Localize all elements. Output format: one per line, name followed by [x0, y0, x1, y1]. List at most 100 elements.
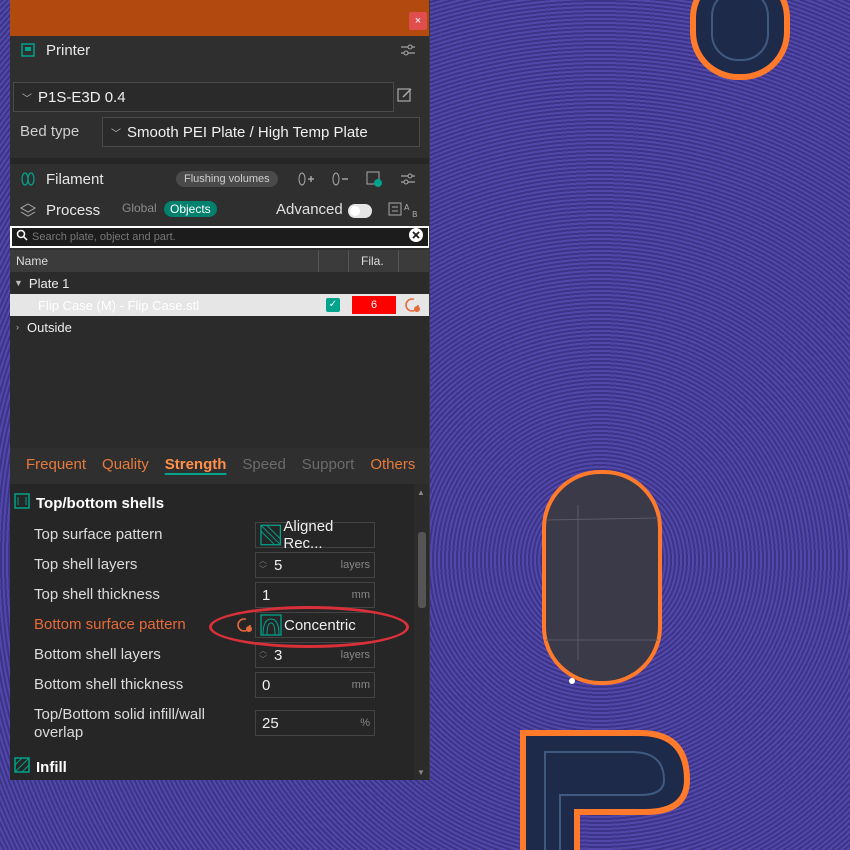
scroll-up-icon[interactable]: ▲	[417, 488, 425, 497]
setting-label: Bottom shell thickness	[34, 676, 184, 693]
add-filament-icon[interactable]	[296, 169, 316, 189]
setting-label: Bottom surface pattern	[34, 616, 186, 633]
tab-speed[interactable]: Speed	[234, 456, 293, 473]
setting-bottom-shell-thickness: Bottom shell thickness 0 mm	[10, 670, 414, 700]
chevron-down-icon: ﹀	[22, 93, 32, 105]
setting-value: 25	[262, 714, 279, 732]
setting-unit: mm	[351, 679, 370, 691]
sidebar-panel: × Printer ﹀ P1S-E3D 0.4 Bed type ﹀ Smoot…	[10, 0, 430, 780]
tab-quality[interactable]: Quality	[94, 456, 157, 473]
object-filament-badge[interactable]: 6	[352, 296, 396, 314]
group-top-bottom-shells: Top/bottom shells	[14, 490, 164, 516]
object-list: ▼ Plate 1 Flip Case (M) - Flip Case.stl …	[10, 272, 429, 448]
setting-unit: mm	[351, 589, 370, 601]
tree-object-row[interactable]: Flip Case (M) - Flip Case.stl ✓ 6	[10, 294, 429, 317]
printer-preset-select[interactable]: ﹀ P1S-E3D 0.4	[13, 82, 394, 112]
bottom-shell-thickness-input[interactable]: 0 mm	[255, 672, 375, 698]
printer-section-header: Printer	[10, 36, 429, 64]
printer-icon	[18, 40, 38, 60]
setting-top-surface-pattern: Top surface pattern Aligned Rec...	[10, 518, 414, 552]
setting-solid-infill-overlap: Top/Bottom solid infill/wall overlap 25 …	[10, 702, 414, 746]
collapse-arrow-icon[interactable]: ›	[16, 322, 19, 332]
setting-top-shell-thickness: Top shell thickness 1 mm	[10, 580, 414, 610]
group-infill: Infill	[14, 754, 67, 780]
tab-strength[interactable]: Strength	[157, 456, 235, 473]
object-list-header: Name Fila.	[10, 250, 429, 272]
settings-scrollbar-thumb[interactable]	[418, 532, 426, 608]
flushing-volumes-button[interactable]: Flushing volumes	[176, 171, 278, 187]
shells-icon	[14, 493, 30, 513]
process-mode-objects[interactable]: Objects	[164, 201, 217, 217]
setting-unit: layers	[340, 649, 370, 661]
remove-filament-icon[interactable]	[330, 169, 350, 189]
bed-type-select[interactable]: ﹀ Smooth PEI Plate / High Temp Plate	[102, 117, 420, 147]
top-surface-pattern-select[interactable]: Aligned Rec...	[255, 518, 375, 552]
setting-unit: %	[360, 717, 370, 729]
setting-value: 1	[262, 586, 271, 604]
setting-label: Top/Bottom solid infill/wall overlap	[34, 706, 205, 741]
checkbox-icon[interactable]: ✓	[326, 298, 340, 312]
expand-arrow-icon[interactable]: ▼	[14, 278, 23, 288]
setting-label: Top shell layers	[34, 556, 138, 573]
filament-section-header: Filament Flushing volumes	[10, 165, 429, 193]
group-infill-title: Infill	[36, 758, 67, 776]
plate-label: Plate 1	[28, 275, 70, 291]
filament-title: Filament	[46, 170, 104, 188]
tab-frequent[interactable]: Frequent	[10, 456, 94, 473]
tab-others[interactable]: Others	[362, 456, 423, 473]
top-shell-layers-input[interactable]: ︿ ﹀ 5 layers	[255, 552, 375, 578]
chevron-down-icon: ﹀	[111, 128, 121, 140]
group-top-bottom-title: Top/bottom shells	[36, 494, 165, 512]
model-slot-top	[690, 0, 790, 80]
filament-settings-icon[interactable]	[398, 169, 418, 189]
setting-label: Top shell thickness	[34, 586, 160, 603]
bed-type-label: Bed type	[20, 123, 80, 140]
column-divider	[318, 250, 319, 272]
tab-support[interactable]: Support	[294, 456, 363, 473]
compare-presets-icon[interactable]: AB	[388, 201, 422, 223]
tree-plate-row[interactable]: ▼ Plate 1	[10, 272, 429, 294]
setting-label: Bottom shell layers	[34, 646, 161, 663]
divider	[10, 158, 429, 164]
solid-infill-overlap-input[interactable]: 25 %	[255, 710, 375, 736]
clear-search-icon[interactable]	[408, 227, 424, 248]
settings-tabs: Frequent Quality Strength Speed Support …	[10, 450, 429, 478]
close-button[interactable]: ×	[409, 12, 427, 30]
column-name[interactable]: Name	[16, 254, 48, 268]
sync-filament-icon[interactable]	[364, 169, 384, 189]
column-divider	[398, 250, 399, 272]
title-bar: ×	[10, 0, 429, 36]
process-section-header: Process Global Objects Advanced AB	[10, 196, 429, 224]
setting-value: Aligned Rec...	[283, 518, 334, 552]
edit-icon[interactable]	[396, 86, 414, 109]
settings-scrollbar[interactable]	[414, 484, 429, 780]
model-slot-bottom	[520, 730, 690, 850]
outside-label: Outside	[27, 319, 72, 335]
process-title: Process	[46, 201, 101, 219]
aligned-rectilinear-pattern-icon	[260, 524, 282, 546]
filament-icon	[18, 169, 38, 189]
advanced-toggle[interactable]	[348, 204, 372, 218]
modified-settings-icon[interactable]	[404, 296, 422, 317]
printer-settings-icon[interactable]	[398, 40, 418, 60]
advanced-label: Advanced	[276, 201, 343, 218]
infill-icon	[14, 757, 30, 777]
svg-text:A: A	[404, 203, 410, 212]
column-filament[interactable]: Fila.	[361, 254, 384, 268]
spinner-icon[interactable]: ︿ ﹀	[256, 556, 270, 574]
setting-value: 3	[274, 646, 283, 664]
setting-top-shell-layers: Top shell layers ︿ ﹀ 5 layers	[10, 550, 414, 580]
search-icon	[16, 228, 28, 246]
layers-icon	[18, 200, 38, 220]
setting-value: 5	[274, 556, 283, 574]
process-mode-global[interactable]: Global	[122, 201, 157, 215]
spinner-icon[interactable]: ︿ ﹀	[256, 646, 270, 664]
svg-text:B: B	[412, 210, 418, 219]
highlight-annotation	[209, 606, 409, 648]
printer-preset-value: P1S-E3D 0.4	[38, 88, 126, 106]
search-input[interactable]	[28, 231, 408, 243]
top-shell-thickness-input[interactable]: 1 mm	[255, 582, 375, 608]
tree-outside-row[interactable]: › Outside	[10, 316, 429, 338]
object-label: Flip Case (M) - Flip Case.stl	[38, 297, 200, 313]
scroll-down-icon[interactable]: ▼	[417, 768, 425, 777]
